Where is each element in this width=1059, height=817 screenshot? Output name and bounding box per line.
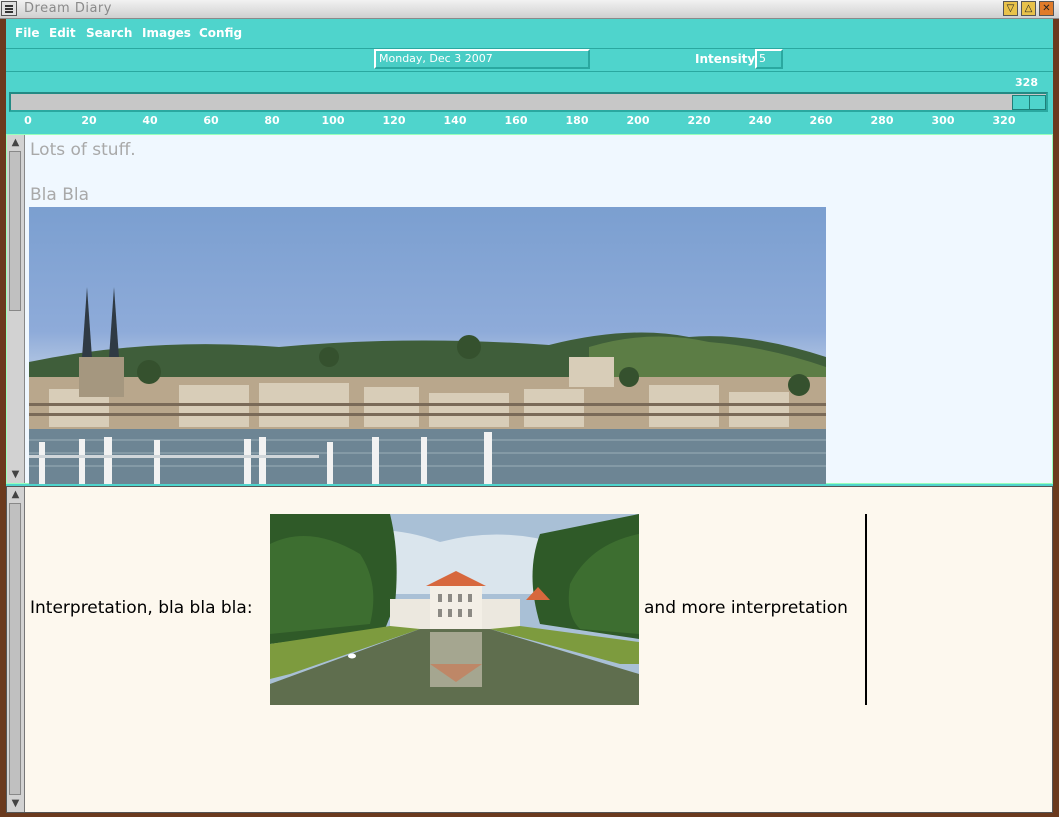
menu-file[interactable]: File <box>15 26 40 40</box>
slider-ticks: 0 20 40 60 80 100 120 140 160 180 200 22… <box>6 114 1053 130</box>
window-menu-icon[interactable] <box>1 1 17 16</box>
scroll-down-icon[interactable]: ▼ <box>9 798 22 810</box>
dream-text-line[interactable]: Bla Bla <box>30 185 89 205</box>
menu-edit[interactable]: Edit <box>49 26 76 40</box>
tick-label: 160 <box>504 114 528 127</box>
tick-label: 240 <box>748 114 772 127</box>
slider-value: 328 <box>1015 76 1038 89</box>
menu-search[interactable]: Search <box>86 26 132 40</box>
intensity-field[interactable]: 5 <box>755 49 783 69</box>
tick-label: 280 <box>870 114 894 127</box>
upper-scrollbar[interactable]: ▲ ▼ <box>7 135 25 483</box>
app-window: Dream Diary ▽ △ ✕ File Edit Search Image… <box>0 0 1059 817</box>
slider-thumb[interactable] <box>1012 95 1046 110</box>
lake-city-image <box>29 207 826 484</box>
tick-label: 200 <box>626 114 650 127</box>
scroll-down-icon[interactable]: ▼ <box>9 469 22 481</box>
tick-label: 220 <box>687 114 711 127</box>
client-area: File Edit Search Images Config Monday, D… <box>6 19 1053 813</box>
menu-config[interactable]: Config <box>199 26 242 40</box>
intensity-label: Intensity: <box>695 52 761 66</box>
interpretation-pane[interactable]: ▲ ▼ Interpretation, bla bla bla: and mor… <box>6 486 1053 813</box>
text-cursor <box>865 514 867 705</box>
date-field[interactable]: Monday, Dec 3 2007 <box>374 49 590 69</box>
tick-label: 20 <box>81 114 97 127</box>
tick-label: 120 <box>382 114 406 127</box>
interpretation-text[interactable]: Interpretation, bla bla bla: <box>30 598 253 618</box>
tick-label: 60 <box>203 114 219 127</box>
upper-scroll-thumb[interactable] <box>9 151 21 311</box>
lake-city-illustration <box>29 287 826 484</box>
toolbar: Monday, Dec 3 2007 Intensity: 5 <box>6 49 1053 72</box>
tick-label: 40 <box>142 114 158 127</box>
interpretation-text[interactable]: and more interpretation <box>644 598 848 618</box>
dream-text-line[interactable]: Lots of stuff. <box>30 140 136 160</box>
lower-scroll-thumb[interactable] <box>9 503 21 795</box>
tick-label: 100 <box>321 114 345 127</box>
tick-label: 80 <box>264 114 280 127</box>
scroll-up-icon[interactable]: ▲ <box>9 489 22 501</box>
tick-label: 180 <box>565 114 589 127</box>
palace-image <box>270 514 639 705</box>
scroll-up-icon[interactable]: ▲ <box>9 137 22 149</box>
menu-bar: File Edit Search Images Config <box>6 19 1053 49</box>
tick-label: 260 <box>809 114 833 127</box>
title-bar[interactable]: Dream Diary ▽ △ ✕ <box>0 0 1059 19</box>
entry-slider[interactable] <box>9 92 1048 112</box>
palace-illustration <box>270 514 639 705</box>
lower-scrollbar[interactable]: ▲ ▼ <box>7 487 25 812</box>
tick-label: 0 <box>24 114 32 127</box>
minimize-icon[interactable]: ▽ <box>1003 1 1018 16</box>
tick-label: 320 <box>992 114 1016 127</box>
menu-images[interactable]: Images <box>142 26 191 40</box>
window-title: Dream Diary <box>24 1 112 16</box>
dream-text-pane[interactable]: ▲ ▼ Lots of stuff. Bla Bla <box>6 134 1053 484</box>
maximize-icon[interactable]: △ <box>1021 1 1036 16</box>
tick-label: 300 <box>931 114 955 127</box>
tick-label: 140 <box>443 114 467 127</box>
close-icon[interactable]: ✕ <box>1039 1 1054 16</box>
